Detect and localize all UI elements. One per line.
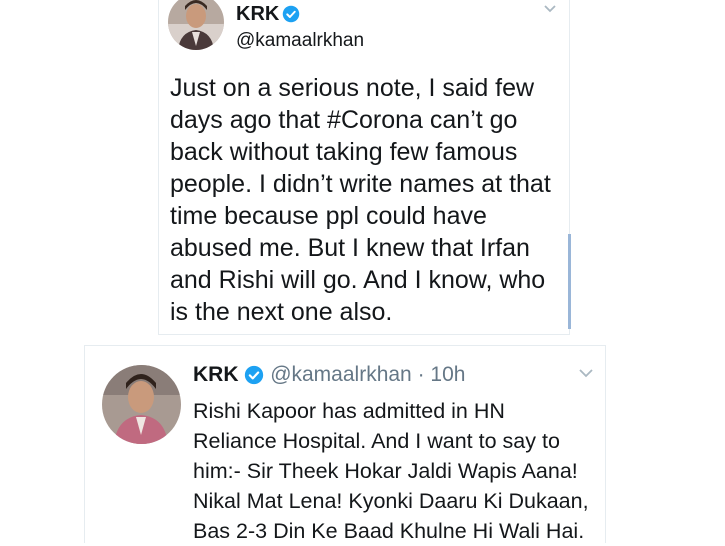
verified-badge-icon [282, 5, 300, 23]
scrollbar[interactable] [568, 234, 571, 329]
tweet-text: Rishi Kapoor has admitted in HN Reliance… [193, 399, 589, 543]
separator-dot: · [417, 363, 425, 386]
author-handle[interactable]: @kamaalrkhan [236, 30, 364, 52]
author-name[interactable]: KRK [236, 3, 279, 26]
tweet-text: Just on a serious note, I said few days … [170, 74, 551, 326]
tweet-card-1[interactable]: KRK @kamaalrkhan Just on a serious note,… [158, 0, 571, 335]
avatar-icon [102, 365, 181, 444]
author-handle[interactable]: @kamaalrkhan [270, 363, 412, 386]
verified-badge-icon [244, 365, 264, 385]
avatar[interactable] [168, 0, 224, 50]
avatar[interactable] [102, 365, 181, 444]
tweet-timestamp[interactable]: 10h [430, 363, 465, 386]
tweet-header: KRK @kamaalrkhan · 10h [193, 363, 465, 387]
chevron-down-icon[interactable] [578, 368, 594, 378]
chevron-down-icon[interactable] [543, 4, 557, 14]
tweet-card-2[interactable]: KRK @kamaalrkhan · 10h Rishi Kapoor has … [84, 345, 606, 543]
avatar-icon [168, 0, 224, 50]
author-name[interactable]: KRK [193, 363, 239, 386]
